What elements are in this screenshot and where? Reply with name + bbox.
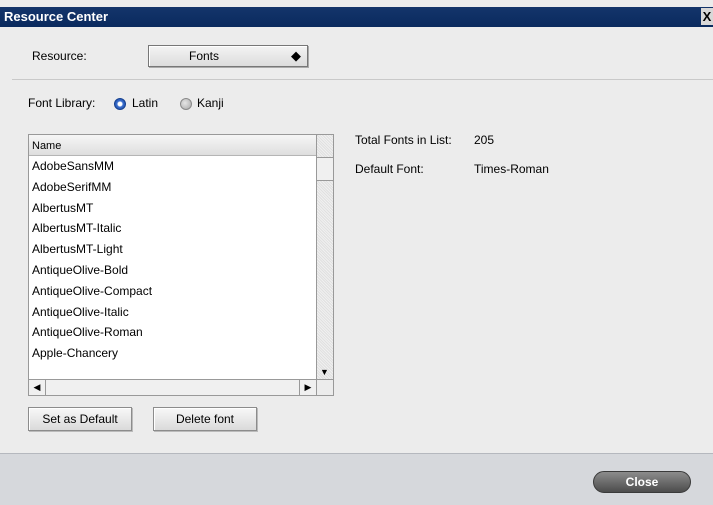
window-title: Resource Center (4, 9, 109, 24)
default-font-value: Times-Roman (474, 162, 549, 176)
radio-latin[interactable] (114, 98, 126, 110)
list-item[interactable]: AdobeSansMM (29, 156, 316, 177)
resource-bar (12, 27, 713, 79)
title-bar: Resource Center X (0, 7, 713, 27)
list-item[interactable]: AlbertusMT-Light (29, 239, 316, 260)
font-library-label: Font Library: (28, 96, 96, 110)
resource-select[interactable]: Fonts ◆ (148, 45, 308, 67)
list-item[interactable]: AntiqueOlive-Roman (29, 322, 316, 343)
resource-select-value: Fonts (189, 49, 220, 63)
scroll-thumb[interactable] (317, 157, 333, 181)
scroll-corner (316, 379, 333, 395)
horizontal-scrollbar[interactable]: ◀ ▶ (29, 379, 316, 395)
radio-kanji[interactable] (180, 98, 192, 110)
scroll-right-icon[interactable]: ▶ (299, 380, 316, 395)
resource-label: Resource: (32, 49, 87, 63)
default-font-label: Default Font: (355, 162, 424, 176)
radio-latin-label[interactable]: Latin (132, 96, 158, 110)
scroll-down-icon[interactable]: ▼ (320, 367, 329, 377)
list-item[interactable]: Apple-Chancery (29, 343, 316, 364)
vertical-scrollbar[interactable]: ▼ (316, 135, 333, 379)
total-fonts-value: 205 (474, 133, 495, 147)
font-list-rows: AdobeSansMM AdobeSerifMM AlbertusMT Albe… (29, 156, 316, 364)
list-item[interactable]: AdobeSerifMM (29, 177, 316, 198)
set-as-default-button[interactable]: Set as Default (28, 407, 132, 431)
list-item[interactable]: AntiqueOlive-Bold (29, 260, 316, 281)
divider (12, 79, 713, 80)
font-list[interactable]: Name AdobeSansMM AdobeSerifMM AlbertusMT… (28, 134, 334, 396)
list-item[interactable]: AntiqueOlive-Compact (29, 281, 316, 302)
scroll-left-icon[interactable]: ◀ (29, 380, 46, 395)
column-header-name[interactable]: Name (29, 135, 316, 156)
list-item[interactable]: AlbertusMT (29, 198, 316, 219)
radio-kanji-label[interactable]: Kanji (197, 96, 224, 110)
select-arrows-icon: ◆ (291, 48, 301, 63)
resource-center-window: Resource Center X Resource: Fonts ◆ Font… (0, 0, 713, 505)
close-button[interactable]: Close (593, 471, 691, 493)
list-item[interactable]: AntiqueOlive-Italic (29, 302, 316, 323)
column-header-label: Name (32, 140, 62, 152)
close-window-icon[interactable]: X (701, 8, 713, 25)
list-item[interactable]: AlbertusMT-Italic (29, 218, 316, 239)
delete-font-button[interactable]: Delete font (153, 407, 257, 431)
total-fonts-label: Total Fonts in List: (355, 133, 452, 147)
